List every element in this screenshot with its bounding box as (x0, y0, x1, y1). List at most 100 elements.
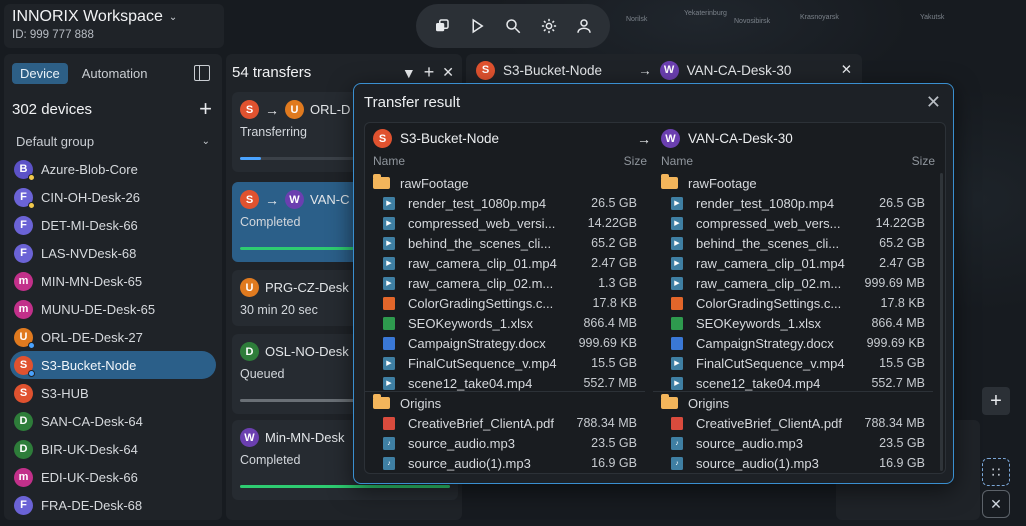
file-name: raw_camera_clip_01.mp4 (408, 255, 557, 271)
file-row[interactable]: ♪ source_audio.mp3 23.5 GB (383, 433, 645, 453)
close-icon[interactable]: ✕ (841, 62, 852, 78)
file-row[interactable]: ♪ source_audio.mp3 23.5 GB (671, 433, 933, 453)
progress-fill (240, 485, 450, 488)
grid-select-icon[interactable]: ∷ (982, 458, 1010, 486)
folder-row[interactable]: rawFootage (661, 173, 933, 193)
file-row[interactable]: ▶ raw_camera_clip_01.mp4 2.47 GB (383, 253, 645, 273)
file-row[interactable]: ▶ compressed_web_vers... 14.22GB (671, 213, 933, 233)
file-name: ColorGradingSettings.c... (696, 295, 842, 311)
device-name: FRA-DE-Desk-68 (41, 497, 143, 513)
file-row[interactable]: ▶ render_test_1080p.mp4 26.5 GB (671, 193, 933, 213)
file-row[interactable]: ▶ FinalCutSequence_v.mp4 15.5 GB (671, 353, 933, 373)
file-row[interactable]: SEOKeywords_1.xlsx 866.4 MB (671, 313, 933, 333)
device-item[interactable]: F FRA-DE-Desk-68 (10, 491, 216, 519)
folder-icon (661, 174, 678, 189)
video-file-icon: ▶ (383, 196, 395, 210)
clear-selection-icon[interactable]: ✕ (982, 490, 1010, 518)
file-row[interactable]: ♪ source_audio(1).mp3 16.9 GB (383, 453, 645, 473)
video-file-icon: ▶ (671, 356, 683, 370)
video-file-icon: ▶ (671, 376, 683, 390)
device-item[interactable]: S S3-Bucket-Node (10, 351, 216, 379)
file-row[interactable]: CreativeBrief_ClientA.pdf 788.34 MB (671, 413, 933, 433)
user-icon[interactable] (573, 15, 595, 37)
play-icon[interactable] (466, 15, 488, 37)
arrow-right-icon: → (265, 101, 279, 118)
device-item[interactable]: S S3-HUB (10, 379, 216, 407)
chevron-down-icon[interactable]: ⌄ (169, 12, 177, 23)
screen-share-icon[interactable] (431, 15, 453, 37)
file-name: compressed_web_versi... (408, 215, 556, 231)
file-name: SEOKeywords_1.xlsx (408, 315, 533, 331)
file-row[interactable]: SEOKeywords_1.xlsx 866.4 MB (383, 313, 645, 333)
target-device-name: VAN-CA-Desk-30 (686, 62, 792, 78)
file-row[interactable]: ▶ render_test_1080p.mp4 26.5 GB (383, 193, 645, 213)
device-item[interactable]: F DET-MI-Desk-66 (10, 211, 216, 239)
device-item[interactable]: F LAS-NVDesk-68 (10, 239, 216, 267)
file-row[interactable]: ▶ scene12_take04.mp4 552.7 MB (383, 373, 645, 393)
file-row[interactable]: ColorGradingSettings.c... 17.8 KB (383, 293, 645, 313)
device-item[interactable]: B Azure-Blob-Core (10, 155, 216, 183)
tab-automation[interactable]: Automation (74, 63, 156, 84)
device-item[interactable]: D BIR-UK-Desk-64 (10, 435, 216, 463)
device-item[interactable]: U ORL-DE-Desk-27 (10, 323, 216, 351)
file-name: CampaignStrategy.docx (696, 335, 834, 351)
device-item[interactable]: m EDI-UK-Desk-66 (10, 463, 216, 491)
file-row[interactable]: ▶ raw_camera_clip_01.mp4 2.47 GB (671, 253, 933, 273)
file-row[interactable]: ▶ raw_camera_clip_02.m... 1.3 GB (383, 273, 645, 293)
file-size: 15.5 GB (879, 356, 925, 370)
avatar: m (14, 467, 33, 487)
arrow-right-icon: → (265, 191, 279, 208)
file-row[interactable]: ▶ FinalCutSequence_v.mp4 15.5 GB (383, 353, 645, 373)
device-item[interactable]: m MUNU-DE-Desk-65 (10, 295, 216, 323)
video-file-icon: ▶ (671, 256, 683, 270)
search-icon[interactable] (502, 15, 524, 37)
scrollbar[interactable] (940, 173, 943, 471)
video-file-icon: ▶ (671, 196, 683, 210)
close-icon[interactable]: ✕ (926, 92, 941, 113)
group-header[interactable]: Default group ⌄ (4, 126, 222, 155)
device-item[interactable]: m MIN-MN-Desk-65 (10, 267, 216, 295)
file-row[interactable]: CreativeBrief_ClientA.pdf 788.34 MB (383, 413, 645, 433)
file-row[interactable]: ▶ behind_the_scenes_cli... 65.2 GB (671, 233, 933, 253)
file-size: 552.7 MB (583, 376, 637, 390)
file-size: 17.8 KB (592, 296, 637, 310)
file-row[interactable]: ▶ compressed_web_versi... 14.22GB (383, 213, 645, 233)
file-row[interactable]: CampaignStrategy.docx 999.69 KB (383, 333, 645, 353)
file-row[interactable]: CampaignStrategy.docx 999.69 KB (671, 333, 933, 353)
folder-row[interactable]: rawFootage (373, 173, 645, 193)
file-size: 999.69 KB (578, 336, 637, 350)
avatar: W (661, 129, 680, 148)
file-row[interactable]: ▶ scene12_take04.mp4 552.7 MB (671, 373, 933, 393)
progress-bar (240, 485, 450, 488)
file-name: FinalCutSequence_v.mp4 (696, 355, 845, 371)
file-row[interactable]: ▶ raw_camera_clip_02.m... 999.69 MB (671, 273, 933, 293)
file-size: 866.4 MB (871, 316, 925, 330)
file-name: raw_camera_clip_02.m... (696, 275, 842, 291)
folder-row[interactable]: Origins (373, 393, 645, 413)
video-file-icon: ▶ (671, 216, 683, 230)
device-name: Azure-Blob-Core (41, 161, 138, 177)
device-item[interactable]: F CIN-OH-Desk-26 (10, 183, 216, 211)
device-name: SAN-CA-Desk-64 (41, 413, 143, 429)
filter-icon[interactable]: ▼ (402, 65, 416, 81)
tab-device[interactable]: Device (12, 62, 68, 84)
chevron-down-icon[interactable]: ⌄ (202, 136, 210, 147)
file-row[interactable]: ▶ behind_the_scenes_cli... 65.2 GB (383, 233, 645, 253)
folder-row[interactable]: Origins (661, 393, 933, 413)
device-item[interactable]: D SAN-CA-Desk-64 (10, 407, 216, 435)
file-size: 14.22GB (587, 216, 637, 230)
file-size: 65.2 GB (879, 236, 925, 250)
sidebar-collapse-icon[interactable] (194, 65, 210, 81)
zoom-in-button[interactable]: + (982, 387, 1010, 415)
gear-icon[interactable] (538, 15, 560, 37)
doc-file-icon (383, 336, 395, 350)
add-transfer-icon[interactable]: + (424, 62, 435, 83)
avatar: S (240, 100, 259, 119)
add-device-icon[interactable]: + (199, 98, 212, 120)
file-row[interactable]: ♪ source_audio(1).mp3 16.9 GB (671, 453, 933, 473)
workspace-header[interactable]: INNORIX Workspace ⌄ ID: 999 777 888 (4, 4, 224, 48)
avatar: D (14, 411, 33, 431)
source-device-name: S3-Bucket-Node (503, 62, 603, 78)
close-icon[interactable]: ✕ (442, 64, 454, 81)
file-row[interactable]: ColorGradingSettings.c... 17.8 KB (671, 293, 933, 313)
